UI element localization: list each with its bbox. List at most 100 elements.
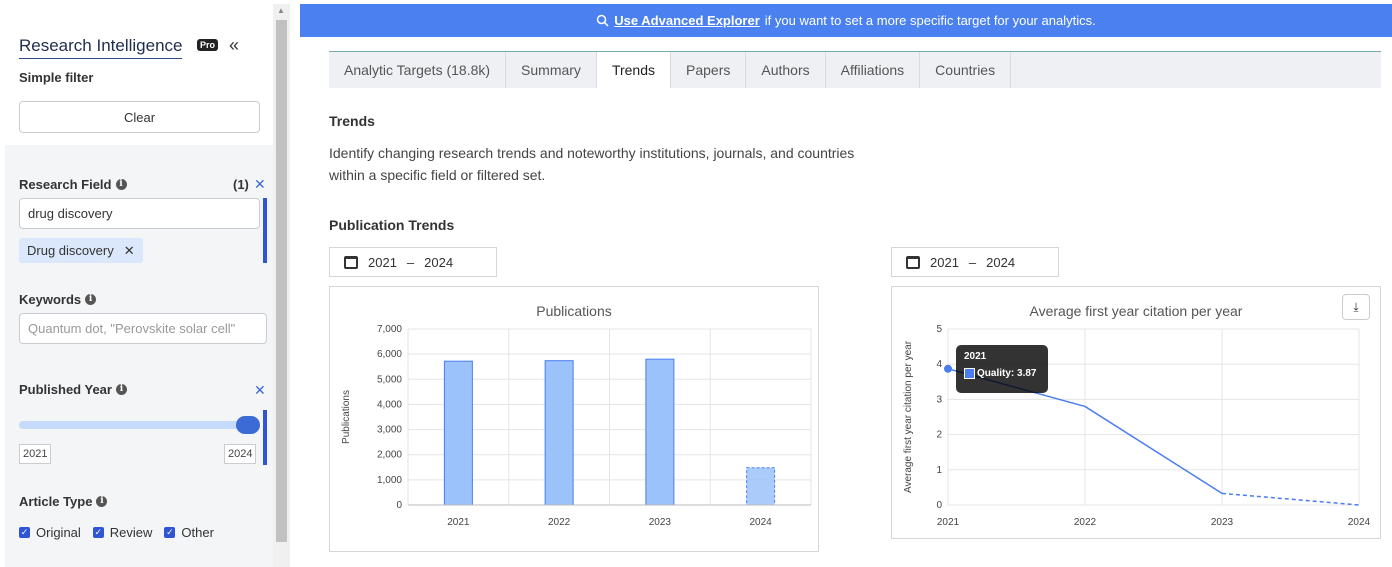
download-icon[interactable]: ⤓ bbox=[1342, 294, 1370, 320]
range-separator: – bbox=[406, 254, 415, 270]
article-type-checkboxes: ✓ Original ✓ Review ✓ Other bbox=[19, 525, 214, 540]
research-field-label: Research Field i bbox=[19, 177, 127, 192]
y-tick-label: 5,000 bbox=[377, 374, 402, 385]
tab-analytic-targets-18-8k[interactable]: Analytic Targets (18.8k) bbox=[329, 52, 507, 88]
check-icon: ✓ bbox=[164, 527, 176, 538]
year-max-box[interactable]: 2024 bbox=[224, 444, 257, 464]
keywords-input[interactable]: Quantum dot, "Perovskite solar cell" bbox=[19, 313, 267, 344]
tooltip-row: Quality: 3.87 bbox=[964, 368, 1040, 379]
collapse-sidebar-icon[interactable]: « bbox=[229, 35, 239, 56]
checkbox-original[interactable]: ✓ Original bbox=[19, 525, 81, 540]
checkbox-label: Other bbox=[181, 525, 214, 540]
range-separator: – bbox=[968, 254, 977, 270]
x-tick-label: 2022 bbox=[548, 517, 571, 528]
sidebar: Research Intelligence Pro « Simple filte… bbox=[5, 4, 273, 567]
bar-2023 bbox=[645, 358, 675, 506]
date-range-picker-right[interactable]: 2021 – 2024 bbox=[891, 247, 1059, 277]
clear-button[interactable]: Clear bbox=[19, 101, 260, 133]
active-filter-indicator bbox=[263, 410, 267, 465]
scroll-up-icon[interactable]: ▲ bbox=[277, 6, 285, 15]
checkbox-review[interactable]: ✓ Review bbox=[92, 525, 152, 540]
date-range-picker-left[interactable]: 2021 – 2024 bbox=[329, 247, 497, 277]
pro-badge: Pro bbox=[197, 39, 219, 51]
research-field-label-text: Research Field bbox=[19, 177, 112, 192]
info-icon[interactable]: i bbox=[96, 496, 108, 507]
year-min-box[interactable]: 2021 bbox=[19, 444, 52, 464]
tab-papers[interactable]: Papers bbox=[671, 52, 747, 88]
research-field-chip: Drug discovery ✕ bbox=[19, 238, 143, 263]
x-tick-label: 2022 bbox=[1074, 517, 1097, 528]
x-tick-label: 2024 bbox=[1348, 517, 1371, 528]
clear-year-icon[interactable]: ✕ bbox=[254, 382, 266, 399]
clear-research-field-icon[interactable]: ✕ bbox=[254, 176, 266, 193]
tab-trends[interactable]: Trends bbox=[596, 52, 671, 88]
info-icon[interactable]: i bbox=[85, 294, 97, 305]
brand-title: Research Intelligence bbox=[19, 36, 183, 59]
range-end[interactable]: 2024 bbox=[424, 255, 453, 270]
info-icon[interactable]: i bbox=[115, 179, 127, 190]
x-tick-label: 2023 bbox=[649, 517, 672, 528]
calendar-icon bbox=[906, 255, 920, 269]
bar-2022 bbox=[544, 360, 574, 506]
article-type-label: Article Type i bbox=[19, 494, 108, 509]
tab-authors[interactable]: Authors bbox=[746, 52, 826, 88]
research-field-input[interactable]: drug discovery bbox=[19, 198, 260, 229]
checkbox-label: Original bbox=[36, 525, 81, 540]
tooltip-title: 2021 bbox=[964, 351, 987, 362]
published-year-label: Published Year i bbox=[19, 382, 127, 397]
published-year-label-text: Published Year bbox=[19, 382, 112, 397]
sidebar-header: Research Intelligence Pro « Simple filte… bbox=[5, 4, 273, 145]
tab-affiliations[interactable]: Affiliations bbox=[826, 52, 921, 88]
section-title: Publication Trends bbox=[329, 217, 455, 233]
simple-filter-label: Simple filter bbox=[19, 70, 94, 85]
y-tick-label: 6,000 bbox=[377, 349, 402, 360]
keywords-label-text: Keywords bbox=[19, 292, 82, 307]
description-line: within a specific field or filtered set. bbox=[329, 167, 546, 183]
range-start[interactable]: 2021 bbox=[368, 255, 397, 270]
tab-countries[interactable]: Countries bbox=[920, 52, 1012, 88]
tooltip-value: Quality: 3.87 bbox=[977, 368, 1037, 379]
info-icon[interactable]: i bbox=[115, 384, 127, 395]
citation-chart: Average first year citation per year 0 1 2 3… bbox=[903, 303, 1371, 528]
x-tick-label: 2021 bbox=[937, 517, 960, 528]
scroll-thumb[interactable] bbox=[276, 20, 287, 542]
checkbox-other[interactable]: ✓ Other bbox=[164, 525, 214, 540]
y-axis-label: Publications bbox=[341, 390, 352, 444]
year-slider-handle[interactable] bbox=[236, 416, 260, 434]
publications-chart-panel: Publications 0 1,000 2,000 3,000 4,000 5,000 6,… bbox=[329, 286, 819, 552]
tab-summary[interactable]: Summary bbox=[506, 52, 597, 88]
advanced-explorer-link[interactable]: Use Advanced Explorer bbox=[614, 13, 759, 28]
banner-text: if you want to set a more specific targe… bbox=[764, 13, 1096, 28]
research-field-count: (1) bbox=[233, 177, 249, 192]
advanced-explorer-banner: Use Advanced Explorer if you want to set… bbox=[300, 4, 1392, 37]
bar-2021 bbox=[443, 360, 473, 506]
range-end[interactable]: 2024 bbox=[986, 255, 1015, 270]
citation-chart-panel: Average first year citation per year 0 1 2 3… bbox=[891, 286, 1381, 539]
y-tick-label: 5 bbox=[936, 324, 942, 335]
y-tick-label: 3 bbox=[936, 394, 942, 405]
x-tick-label: 2023 bbox=[1211, 517, 1234, 528]
y-axis-label: Average first year citation per year bbox=[903, 340, 914, 493]
publications-chart: Publications 0 1,000 2,000 3,000 4,000 5,000 6,… bbox=[341, 303, 812, 528]
year-slider-track[interactable] bbox=[19, 421, 260, 429]
tab-bar: Analytic Targets (18.8k) Summary Trends Pap… bbox=[329, 51, 1381, 88]
calendar-icon bbox=[344, 255, 358, 269]
article-type-label-text: Article Type bbox=[19, 494, 93, 509]
y-tick-label: 2,000 bbox=[377, 450, 402, 461]
description-line: Identify changing research trends and no… bbox=[329, 145, 855, 161]
remove-chip-icon[interactable]: ✕ bbox=[124, 243, 135, 259]
chart-title: Average first year citation per year bbox=[1030, 303, 1243, 319]
bar-2024 bbox=[746, 467, 776, 506]
y-tick-label: 1 bbox=[936, 465, 942, 476]
sidebar-scrollbar[interactable]: ▲ bbox=[273, 4, 290, 567]
y-tick-label: 3,000 bbox=[377, 425, 402, 436]
line-segment-2023 bbox=[1221, 492, 1360, 506]
search-icon bbox=[597, 14, 609, 27]
check-icon: ✓ bbox=[92, 527, 104, 538]
range-start[interactable]: 2021 bbox=[930, 255, 959, 270]
chart-tooltip: 2021 Quality: 3.87 bbox=[956, 345, 1048, 393]
y-tick-label: 2 bbox=[936, 430, 942, 441]
active-filter-indicator bbox=[263, 198, 267, 263]
y-tick-label: 7,000 bbox=[377, 324, 402, 335]
chart-title: Publications bbox=[536, 303, 612, 319]
